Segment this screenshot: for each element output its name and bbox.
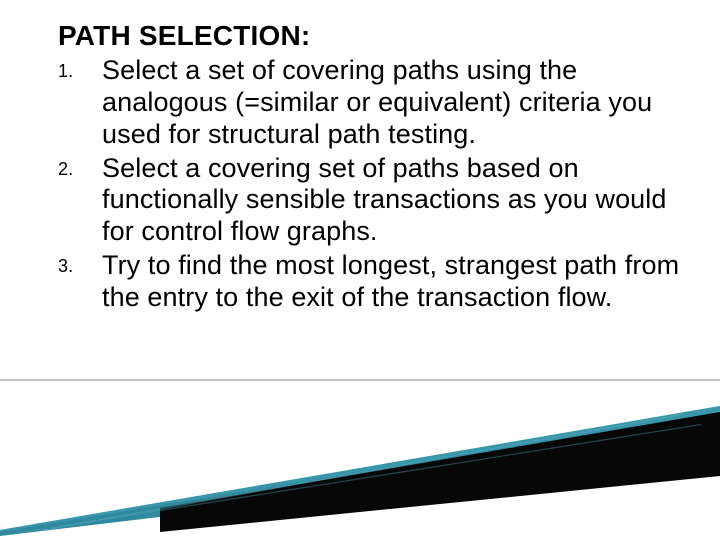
- list-number: 2.: [58, 159, 73, 180]
- slide: PATH SELECTION: 1. Select a set of cover…: [0, 0, 720, 540]
- list-text: Select a set of covering paths using the…: [102, 55, 652, 149]
- list-number: 1.: [58, 61, 73, 82]
- list-text: Try to find the most longest, strangest …: [102, 250, 679, 312]
- list-item: 2. Select a covering set of paths based …: [58, 153, 680, 249]
- list-item: 1. Select a set of covering paths using …: [58, 55, 680, 151]
- list-item: 3. Try to find the most longest, strange…: [58, 250, 680, 314]
- list-number: 3.: [58, 256, 73, 277]
- list-text: Select a covering set of paths based on …: [102, 153, 667, 247]
- content-block: PATH SELECTION: 1. Select a set of cover…: [58, 18, 680, 316]
- heading: PATH SELECTION:: [58, 18, 680, 53]
- numbered-list: 1. Select a set of covering paths using …: [58, 55, 680, 314]
- decorative-3d-shape: [0, 320, 720, 540]
